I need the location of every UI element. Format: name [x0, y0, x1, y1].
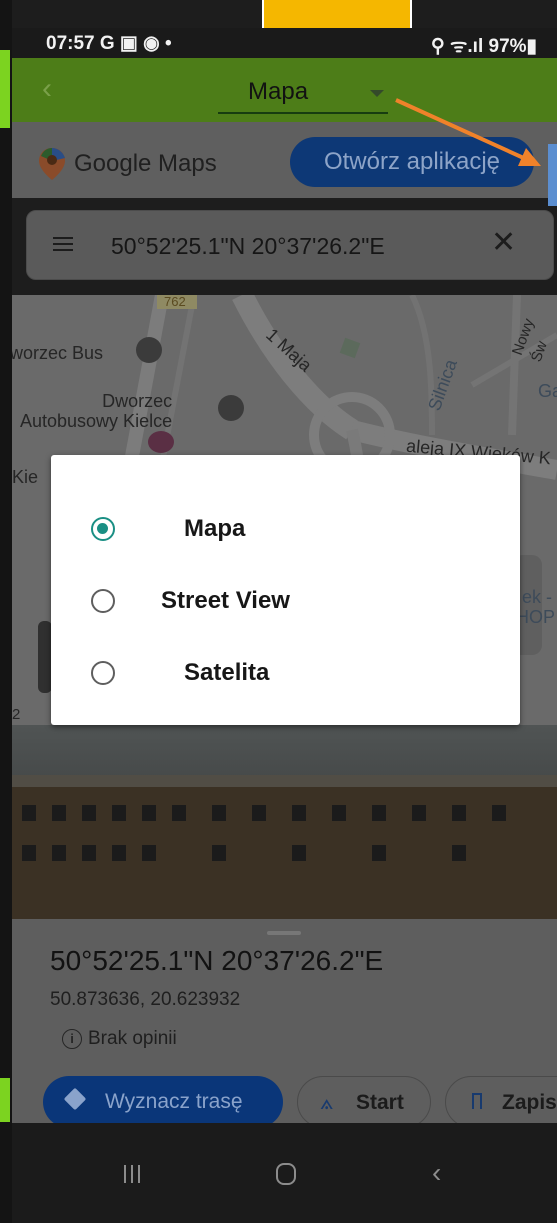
option-street-view[interactable]: Street View [51, 567, 520, 639]
street-view-thumb[interactable] [38, 621, 52, 693]
map-label-ga: Ga [538, 381, 557, 401]
hotel-pin-icon[interactable] [148, 431, 174, 453]
app-bar: ‹ Mapa [12, 58, 557, 122]
photo-window [332, 805, 346, 821]
search-input[interactable]: 50°52'25.1"N 20°37'26.2"E [111, 233, 385, 260]
place-latlng: 50.873636, 20.623932 [50, 989, 241, 1010]
photo-window [292, 805, 306, 821]
photo-window [82, 845, 96, 861]
google-maps-logo-text: Google Maps [74, 150, 217, 177]
photo-window [292, 845, 306, 861]
photo-window [22, 845, 36, 861]
side-indicator-bottom [0, 1078, 10, 1122]
directions-label: Wyznacz trasę [105, 1090, 243, 1113]
highlight-box [262, 0, 412, 28]
phone-screen: 07:57 G ▣ ◉ • ⚲ ᯤ.ıl 97%▮ ‹ Mapa Google … [12, 0, 557, 1223]
drag-handle[interactable] [267, 931, 301, 935]
photo-window [212, 845, 226, 861]
radio-unselected-icon[interactable] [91, 589, 115, 613]
photo-window [52, 845, 66, 861]
directions-icon [63, 1087, 87, 1111]
edge-blue-marker [548, 144, 557, 206]
photo-window [212, 805, 226, 821]
option-label: Street View [161, 587, 290, 614]
start-label: Start [356, 1091, 404, 1114]
reviews-text: Brak opinii [88, 1028, 177, 1049]
photo-window [372, 805, 386, 821]
photo-window [452, 845, 466, 861]
navigation-arrow-icon: ⟑ [320, 1089, 334, 1114]
bookmark-icon [472, 1093, 482, 1109]
status-bar: 07:57 G ▣ ◉ • ⚲ ᯤ.ıl 97%▮ [12, 28, 557, 58]
photo-window [142, 845, 156, 861]
google-maps-pin-icon [39, 148, 65, 180]
radio-unselected-icon[interactable] [91, 661, 115, 685]
map-label-2: 2 [12, 706, 21, 723]
map-label-hop: HOP [516, 607, 556, 627]
menu-icon[interactable] [53, 237, 73, 251]
photo-window [412, 805, 426, 821]
chevron-down-icon [370, 90, 384, 97]
directions-button[interactable]: Wyznacz trasę [43, 1076, 283, 1128]
bus-station-pin-icon-2[interactable] [218, 395, 244, 421]
google-maps-header: Google Maps Otwórz aplikację [12, 122, 557, 198]
option-label: Satelita [184, 659, 270, 686]
map-type-dialog: Mapa Street View Satelita [51, 455, 520, 725]
save-label: Zapisz [502, 1091, 557, 1114]
side-indicator-top [0, 50, 10, 128]
photo-window [172, 805, 186, 821]
photo-window [252, 805, 266, 821]
road-number-label: 762 [164, 295, 186, 309]
dropdown-label: Mapa [248, 78, 309, 105]
map-label-ek: ek - [522, 587, 553, 607]
recents-icon[interactable] [124, 1165, 142, 1183]
option-satelita[interactable]: Satelita [51, 639, 520, 711]
system-nav-bar: ‹ [12, 1123, 557, 1223]
photo-window [82, 805, 96, 821]
bus-station-pin-icon[interactable] [136, 337, 162, 363]
photo-window [52, 805, 66, 821]
photo-window [22, 805, 36, 821]
back-icon[interactable]: ‹ [42, 72, 52, 106]
photo-window [452, 805, 466, 821]
save-button[interactable]: Zapisz [445, 1076, 557, 1128]
photo-window [492, 805, 506, 821]
map-label-bus-short: worzec Bus [12, 343, 104, 363]
status-right-icons: ⚲ ᯤ.ıl 97%▮ [430, 36, 537, 57]
place-photo[interactable] [12, 725, 557, 919]
open-app-button[interactable]: Otwórz aplikację [290, 137, 534, 187]
close-icon[interactable]: ✕ [491, 225, 516, 260]
radio-selected-icon[interactable] [91, 517, 115, 541]
place-sheet: 50°52'25.1"N 20°37'26.2"E 50.873636, 20.… [12, 919, 557, 1128]
map-label-bus-station: Dworzec Autobusowy Kielce [20, 391, 173, 431]
start-button[interactable]: ⟑ Start [297, 1076, 431, 1128]
info-icon: i [62, 1029, 82, 1049]
option-label: Mapa [184, 515, 246, 542]
map-label-kie: Kie [12, 467, 39, 487]
screen-edge-left [0, 0, 12, 1223]
place-title: 50°52'25.1"N 20°37'26.2"E [50, 945, 384, 976]
nav-back-icon[interactable]: ‹ [432, 1157, 441, 1189]
home-icon[interactable] [276, 1163, 296, 1185]
photo-window [112, 845, 126, 861]
option-mapa[interactable]: Mapa [51, 495, 520, 567]
search-box[interactable]: 50°52'25.1"N 20°37'26.2"E ✕ [26, 210, 554, 280]
photo-window [372, 845, 386, 861]
map-type-dropdown[interactable]: Mapa [218, 76, 388, 114]
photo-window [142, 805, 156, 821]
status-time: 07:57 G ▣ ◉ • [46, 33, 172, 54]
photo-window [112, 805, 126, 821]
